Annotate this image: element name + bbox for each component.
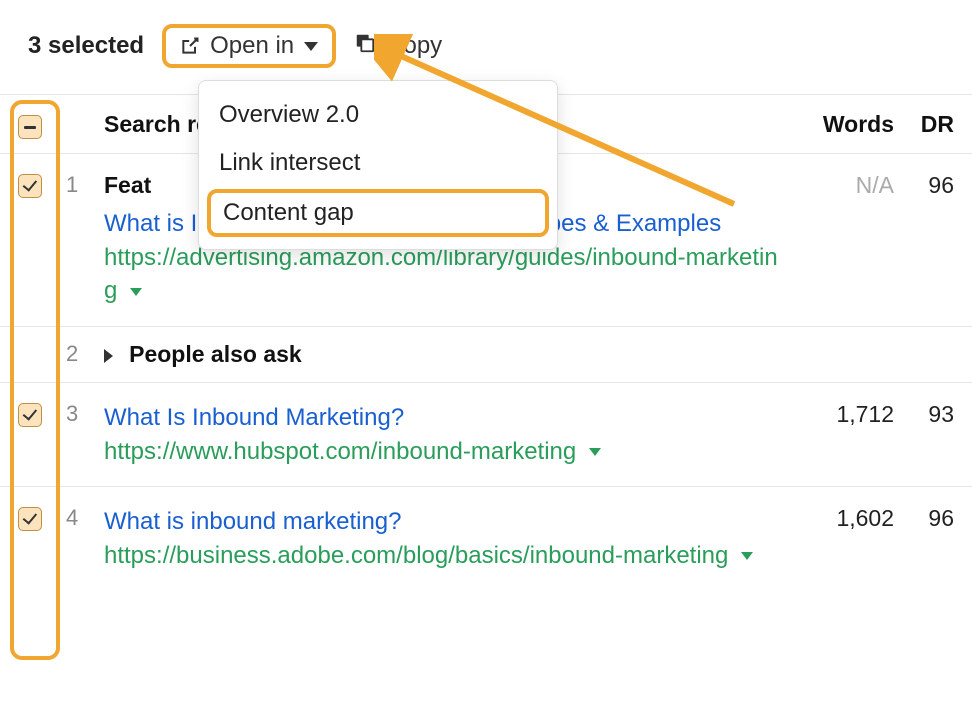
copy-label: Copy [386, 32, 442, 60]
row-dr: 93 [894, 401, 954, 428]
open-in-label: Open in [210, 32, 294, 60]
column-header-words[interactable]: Words [794, 111, 894, 138]
toolbar: 3 selected Open in Copy [0, 0, 972, 86]
copy-icon [354, 32, 376, 61]
copy-button[interactable]: Copy [354, 32, 442, 61]
url-dropdown-icon[interactable] [130, 288, 142, 296]
table-row: 3 What Is Inbound Marketing? https://www… [0, 383, 972, 487]
select-all-checkbox[interactable] [18, 115, 42, 139]
row-words: 1,712 [794, 401, 894, 428]
url-dropdown-icon[interactable] [589, 448, 601, 456]
row-checkbox[interactable] [18, 174, 42, 198]
row-checkbox[interactable] [18, 403, 42, 427]
result-url-link[interactable]: https://www.hubspot.com/inbound-marketin… [104, 435, 782, 469]
row-words: 1,602 [794, 505, 894, 532]
table-row: 4 What is inbound marketing? https://bus… [0, 487, 972, 590]
open-in-dropdown: Overview 2.0 Link intersect Content gap [198, 80, 558, 250]
url-dropdown-icon[interactable] [741, 552, 753, 560]
table-row: 2 People also ask [0, 327, 972, 383]
result-url-link[interactable]: https://advertising.amazon.com/library/g… [104, 241, 782, 308]
dropdown-item-overview[interactable]: Overview 2.0 [199, 91, 557, 139]
dropdown-item-link-intersect[interactable]: Link intersect [199, 139, 557, 187]
row-dr: 96 [894, 505, 954, 532]
row-rank: 3 [66, 401, 104, 427]
column-header-search-results[interactable]: Search re [104, 111, 209, 137]
open-in-button[interactable]: Open in [162, 24, 336, 68]
result-url-link[interactable]: https://business.adobe.com/blog/basics/i… [104, 539, 782, 573]
row-rank: 2 [66, 341, 104, 367]
dropdown-item-content-gap[interactable]: Content gap [207, 189, 549, 237]
row-dr: 96 [894, 172, 954, 199]
row-words: N/A [794, 172, 894, 199]
row-rank: 1 [66, 172, 104, 198]
open-external-icon [180, 36, 200, 56]
row-rank: 4 [66, 505, 104, 531]
row-checkbox[interactable] [18, 507, 42, 531]
selected-count: 3 selected [28, 32, 144, 60]
expand-icon[interactable] [104, 349, 113, 363]
result-title-link[interactable]: What Is Inbound Marketing? [104, 401, 782, 435]
column-header-dr[interactable]: DR [894, 111, 954, 138]
caret-down-icon [304, 42, 318, 51]
people-also-ask-label[interactable]: People also ask [129, 341, 302, 367]
result-title-link[interactable]: What is inbound marketing? [104, 505, 782, 539]
